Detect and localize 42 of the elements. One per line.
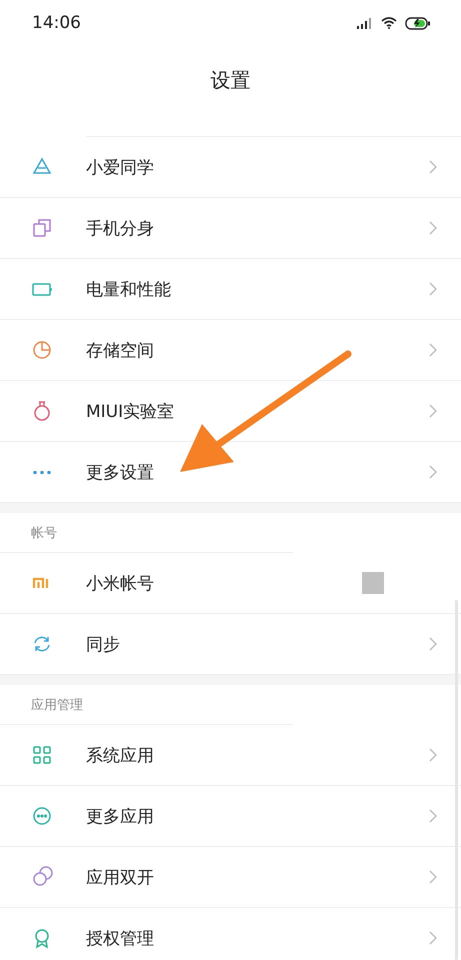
chevron-icon	[429, 221, 437, 235]
item-label: 系统应用	[86, 744, 155, 766]
item-label: 授权管理	[86, 928, 155, 950]
wifi-icon	[381, 17, 397, 29]
chevron-icon	[429, 809, 437, 823]
item-label: 电量和性能	[86, 278, 172, 300]
settings-item[interactable]: 手机分身	[0, 198, 461, 259]
section-header: 应用管理	[31, 696, 83, 714]
settings-item[interactable]: 小米帐号	[0, 553, 461, 614]
chevron-icon	[429, 404, 437, 418]
dots-icon	[31, 805, 53, 827]
settings-item[interactable]: 存储空间	[0, 320, 461, 381]
chevron-icon	[429, 343, 437, 357]
item-label: MIUI实验室	[86, 400, 176, 422]
grid-icon	[31, 744, 53, 766]
status-time: 14:06	[32, 13, 81, 33]
item-label: 应用双开	[86, 866, 155, 888]
section-header: 帐号	[31, 524, 57, 542]
item-label: 更多设置	[86, 462, 155, 484]
item-label: 小爱同学	[86, 156, 155, 178]
chevron-icon	[429, 160, 437, 174]
battery-icon	[405, 16, 431, 30]
redaction-block	[362, 572, 384, 594]
item-label: 存储空间	[86, 340, 155, 362]
circles-icon	[31, 866, 53, 888]
item-label: 小米帐号	[86, 572, 155, 594]
settings-item[interactable]: 电量和性能	[0, 259, 461, 320]
chevron-icon	[429, 465, 437, 479]
copy-icon	[31, 217, 53, 239]
item-label: 同步	[86, 634, 121, 656]
page-title: 设置	[210, 66, 250, 94]
dots-icon	[31, 470, 53, 474]
chevron-icon	[429, 931, 437, 945]
chevron-icon	[429, 870, 437, 884]
signal-icon	[357, 18, 373, 28]
chevron-icon	[429, 282, 437, 296]
pie-icon	[31, 339, 53, 361]
item-label: 手机分身	[86, 218, 155, 240]
item-label: 更多应用	[86, 806, 155, 828]
settings-item[interactable]: 小爱同学	[0, 137, 461, 198]
chevron-icon	[429, 748, 437, 762]
chevron-icon	[429, 637, 437, 651]
